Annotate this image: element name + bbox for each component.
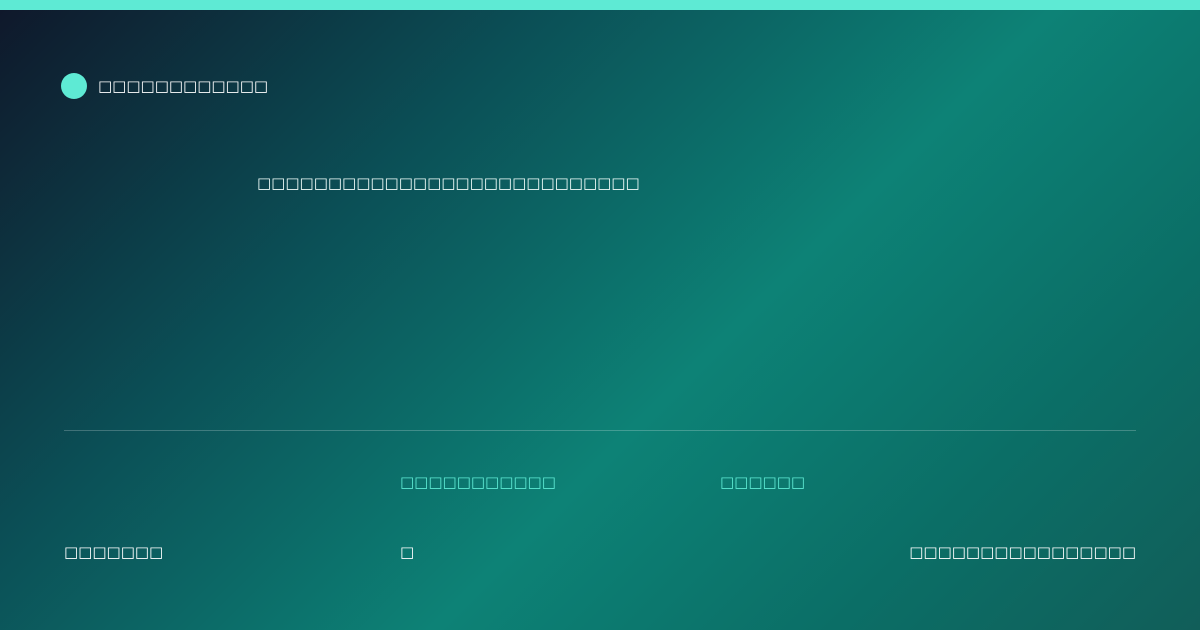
- brand-dot-icon: [61, 73, 87, 99]
- headline: □□□□□□□□□□□□□□□□□□□□□□□□□□□: [257, 174, 640, 192]
- footer-mid-text: □: [400, 543, 415, 561]
- brand: □□□□□□□□□□□□: [61, 73, 268, 99]
- top-accent-bar: [0, 0, 1200, 10]
- footer-left-text: □□□□□□□: [64, 543, 164, 561]
- brand-name: □□□□□□□□□□□□: [98, 77, 269, 95]
- divider: [64, 430, 1136, 431]
- meta-label-primary: □□□□□□□□□□□: [400, 473, 556, 491]
- meta-label-secondary: □□□□□□: [720, 473, 806, 491]
- footer-right-text: □□□□□□□□□□□□□□□□: [909, 543, 1136, 561]
